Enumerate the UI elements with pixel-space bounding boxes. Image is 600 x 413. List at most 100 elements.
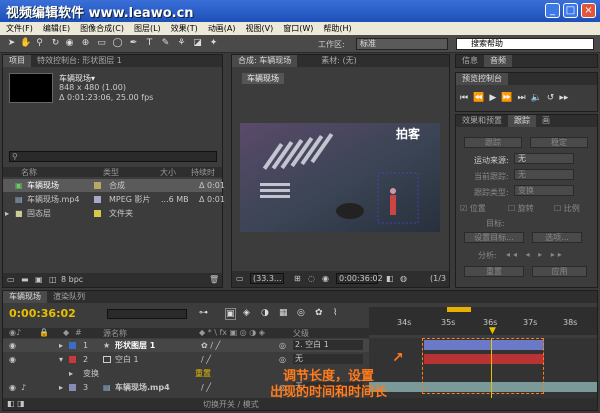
resolution-select[interactable]: (1/3	[430, 274, 446, 283]
label-swatch[interactable]	[94, 210, 101, 217]
bpc-label[interactable]: 8 bpc	[61, 275, 83, 284]
tab-preview[interactable]: 预览控制台	[456, 73, 508, 85]
camera-tool-icon[interactable]: ◉	[64, 38, 75, 49]
tab-composition[interactable]: 合成: 车辆现场	[232, 55, 298, 67]
maximize-button[interactable]: □	[563, 3, 578, 18]
parent-select[interactable]: 无	[293, 354, 363, 364]
mask-icon[interactable]: ◌	[308, 274, 315, 283]
interpret-footage-icon[interactable]: ▭	[7, 275, 15, 284]
expand-icon[interactable]: ▸	[59, 381, 63, 394]
expand-icon[interactable]: ▸	[69, 367, 73, 380]
transform-label[interactable]: 变换	[83, 367, 99, 380]
set-target-button[interactable]: 设置目标...	[464, 232, 524, 243]
tab-tracker[interactable]: 跟踪	[508, 115, 536, 127]
ram-preview-icon[interactable]: ▸▸	[559, 93, 568, 103]
layer-row[interactable]: ◉ ▾ 2 空白 1 / ╱ ◎ 无	[3, 353, 369, 366]
rectangle-tool-icon[interactable]: ▭	[96, 38, 107, 49]
stabilize-motion-button[interactable]: 稳定	[530, 137, 588, 148]
track-motion-button[interactable]: 跟踪	[464, 137, 522, 148]
audio-icon[interactable]: ♪	[21, 381, 26, 394]
close-button[interactable]: ×	[581, 3, 596, 18]
pickwhip-icon[interactable]: ◎	[279, 339, 286, 352]
layer-name[interactable]: 空白 1	[115, 353, 139, 366]
selection-tool-icon[interactable]: ➤	[6, 38, 17, 49]
options-button[interactable]: 选项...	[532, 232, 582, 243]
graph-editor-icon[interactable]: ⌇	[333, 308, 337, 318]
chevron-right-icon[interactable]: ▸	[5, 207, 9, 220]
visibility-icon[interactable]: ◉	[9, 353, 16, 366]
scale-checkbox[interactable]: ☐ 比例	[554, 203, 580, 214]
layer-name[interactable]: 车辆现场.mp4	[115, 381, 170, 394]
time-ruler[interactable]: 34s 35s 36s 37s 38s ▼	[369, 307, 597, 336]
project-row[interactable]: ▣ 车辆现场 合成 Δ 0:01	[3, 179, 225, 192]
camera-snapshot-icon[interactable]: ◉	[322, 274, 329, 283]
workspace-select[interactable]: 标准	[356, 38, 448, 50]
visibility-icon[interactable]: ◉	[9, 381, 16, 394]
rotate-tool-icon[interactable]: ↻	[50, 38, 61, 49]
current-track-select[interactable]: 无	[514, 169, 574, 180]
apply-button[interactable]: 应用	[532, 266, 587, 277]
loop-icon[interactable]: ↺	[547, 93, 555, 103]
switches[interactable]: ✿ / ╱	[201, 339, 220, 352]
hand-tool-icon[interactable]: ✋	[20, 38, 31, 49]
trash-icon[interactable]: 🗑	[209, 275, 219, 284]
snapshot-icon[interactable]: ◧	[386, 274, 394, 283]
track-type-select[interactable]: 变换	[514, 185, 574, 196]
timeline-timecode[interactable]: 0:00:36:02	[9, 307, 76, 320]
timeline-search-input[interactable]	[107, 309, 187, 319]
comp-timecode[interactable]: 0:00:36:02	[336, 273, 383, 284]
menu-help[interactable]: 帮助(H)	[323, 23, 351, 34]
new-composition-icon[interactable]: ▣	[35, 275, 43, 284]
current-time-indicator[interactable]: ▼	[489, 326, 496, 336]
zoom-tool-icon[interactable]: ⚲	[34, 38, 45, 49]
work-area-marker[interactable]	[447, 307, 471, 312]
menu-effect[interactable]: 效果(T)	[171, 23, 198, 34]
tab-render-queue[interactable]: 渲染队列	[47, 291, 91, 303]
pan-behind-tool-icon[interactable]: ⊕	[80, 38, 91, 49]
tab-effect-controls[interactable]: 特效控制台: 形状图层 1	[31, 55, 128, 67]
label-swatch[interactable]	[69, 356, 76, 363]
hide-shy-layers-icon[interactable]: ◑	[261, 308, 269, 318]
project-row[interactable]: ▤ 车辆现场.mp4 MPEG 影片 ...6 MB Δ 0:01	[3, 193, 225, 206]
layer-bars[interactable]	[369, 338, 597, 398]
toggle-switches-modes[interactable]: 切换开关 / 模式	[203, 399, 259, 410]
label-swatch[interactable]	[69, 384, 76, 391]
zoom-select[interactable]: (33.3...	[250, 273, 284, 284]
first-frame-icon[interactable]: ⏮	[460, 93, 468, 103]
menu-layer[interactable]: 图层(L)	[134, 23, 161, 34]
comp-mini-flowchart-icon[interactable]: ⊶	[199, 308, 208, 318]
comp-subtab[interactable]: 车辆现场	[242, 73, 284, 84]
text-tool-icon[interactable]: T	[144, 38, 155, 49]
switches[interactable]: / ╱	[201, 381, 211, 394]
pickwhip-icon[interactable]: ◎	[279, 353, 286, 366]
layer-name[interactable]: 形状图层 1	[115, 339, 155, 352]
live-update-icon[interactable]: ▣	[225, 308, 236, 320]
menu-composition[interactable]: 图像合成(C)	[80, 23, 124, 34]
audio-icon[interactable]: 🔈	[531, 93, 542, 103]
tab-project[interactable]: 项目	[3, 55, 31, 67]
motion-blur-icon[interactable]: ◎	[297, 308, 305, 318]
ellipse-tool-icon[interactable]: ◯	[112, 38, 123, 49]
new-folder-icon[interactable]: ▬	[21, 275, 29, 284]
clone-tool-icon[interactable]: ⚘	[176, 38, 187, 49]
parent-select[interactable]: 2. 空白 1	[293, 340, 363, 350]
menu-file[interactable]: 文件(F)	[6, 23, 33, 34]
position-checkbox[interactable]: ☑ 位置	[460, 203, 486, 214]
switches[interactable]: / ╱	[201, 353, 211, 366]
visibility-icon[interactable]: ◉	[9, 339, 16, 352]
tab-audio[interactable]: 音频	[484, 55, 512, 67]
header-parent[interactable]: 父级	[293, 328, 309, 339]
grid-icon[interactable]: ⊞	[294, 274, 301, 283]
project-search-input[interactable]: ⚲	[9, 151, 217, 162]
analyze-controls[interactable]: ◂◂ ◂ ▸ ▸▸	[506, 250, 565, 259]
always-preview-icon[interactable]: ▭	[236, 274, 244, 283]
last-frame-icon[interactable]: ⏭	[517, 93, 525, 103]
tab-footage[interactable]: 素材: (无)	[315, 55, 362, 67]
draft-3d-icon[interactable]: ◈	[243, 308, 250, 318]
tab-info[interactable]: 信息	[456, 55, 484, 67]
search-help-input[interactable]: 搜索帮助	[456, 38, 594, 50]
expand-panes-icon[interactable]: ◧ ◨	[7, 399, 25, 408]
menu-edit[interactable]: 编辑(E)	[43, 23, 70, 34]
frame-blending-icon[interactable]: ▦	[279, 308, 288, 318]
header-source-name[interactable]: 源名称	[103, 328, 127, 339]
